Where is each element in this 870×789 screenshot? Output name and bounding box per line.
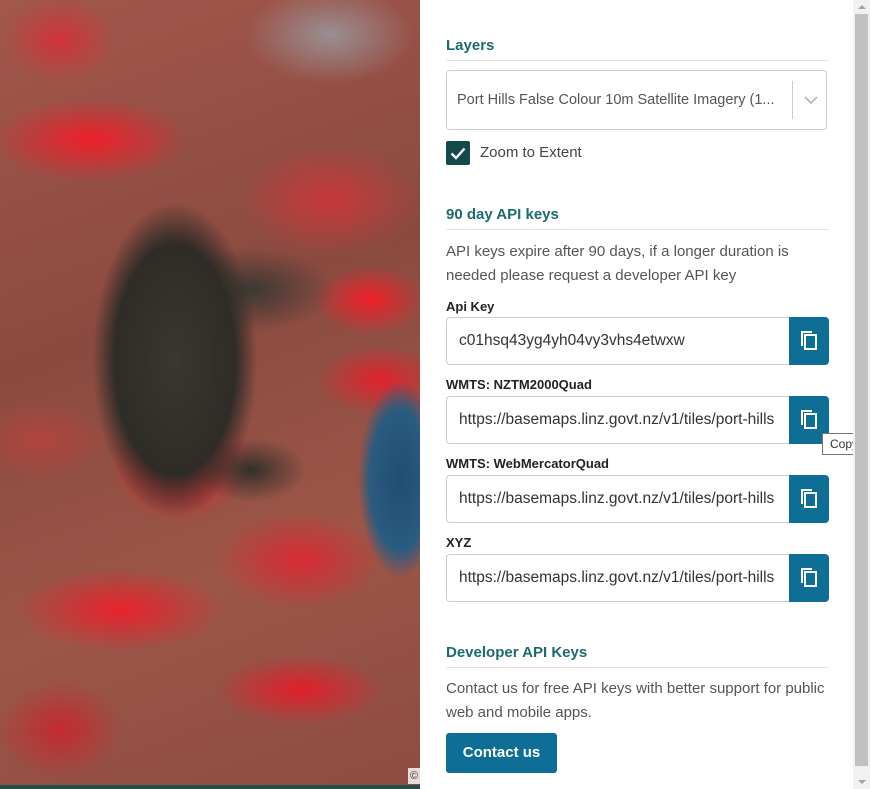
layers-heading: Layers [446, 37, 829, 61]
layer-select-value: Port Hills False Colour 10m Satellite Im… [457, 92, 775, 108]
copy-api-key-button[interactable] [789, 317, 829, 365]
scrollbar[interactable] [853, 0, 870, 789]
map-bottom-bar [0, 785, 420, 789]
copy-wmts-webmercator-button[interactable] [789, 475, 829, 523]
copy-icon [801, 489, 817, 508]
copy-icon [801, 331, 817, 350]
wmts-webmercator-field[interactable]: https://basemaps.linz.govt.nz/v1/tiles/p… [446, 475, 789, 523]
developer-keys-heading: Developer API Keys [446, 644, 829, 668]
api-keys-heading: 90 day API keys [446, 206, 829, 230]
copy-icon [801, 568, 817, 587]
checkmark-icon [450, 147, 466, 160]
side-panel: Layers Port Hills False Colour 10m Satel… [420, 0, 853, 789]
api-key-value: c01hsq43yg4yh04vy3vhs4etwxw [459, 332, 685, 349]
chevron-down-icon[interactable] [802, 91, 820, 109]
select-separator [792, 81, 793, 119]
zoom-to-extent-label[interactable]: Zoom to Extent [480, 144, 582, 161]
wmts-nztm-field[interactable]: https://basemaps.linz.govt.nz/v1/tiles/p… [446, 396, 789, 444]
map-attribution[interactable]: © [408, 768, 420, 784]
copy-icon [801, 410, 817, 429]
scroll-down-arrow-icon[interactable] [853, 775, 870, 789]
zoom-to-extent-checkbox[interactable] [446, 141, 470, 165]
xyz-value: https://basemaps.linz.govt.nz/v1/tiles/p… [459, 569, 775, 586]
api-key-field[interactable]: c01hsq43yg4yh04vy3vhs4etwxw [446, 317, 789, 365]
scrollbar-thumb[interactable] [855, 14, 868, 766]
xyz-field[interactable]: https://basemaps.linz.govt.nz/v1/tiles/p… [446, 554, 789, 602]
scroll-up-arrow-icon[interactable] [853, 0, 870, 14]
api-key-label: Api Key [446, 299, 495, 314]
developer-keys-description: Contact us for free API keys with better… [446, 680, 825, 721]
xyz-label: XYZ [446, 535, 472, 550]
wmts-webmercator-value: https://basemaps.linz.govt.nz/v1/tiles/p… [459, 490, 775, 507]
contact-us-button[interactable]: Contact us [446, 733, 557, 773]
wmts-webmercator-label: WMTS: WebMercatorQuad [446, 456, 609, 471]
wmts-nztm-value: https://basemaps.linz.govt.nz/v1/tiles/p… [459, 411, 775, 428]
api-keys-description: API keys expire after 90 days, if a long… [446, 243, 789, 284]
wmts-nztm-label: WMTS: NZTM2000Quad [446, 377, 592, 392]
satellite-map[interactable] [0, 0, 420, 789]
copy-xyz-button[interactable] [789, 554, 829, 602]
layer-select[interactable]: Port Hills False Colour 10m Satellite Im… [446, 70, 827, 130]
